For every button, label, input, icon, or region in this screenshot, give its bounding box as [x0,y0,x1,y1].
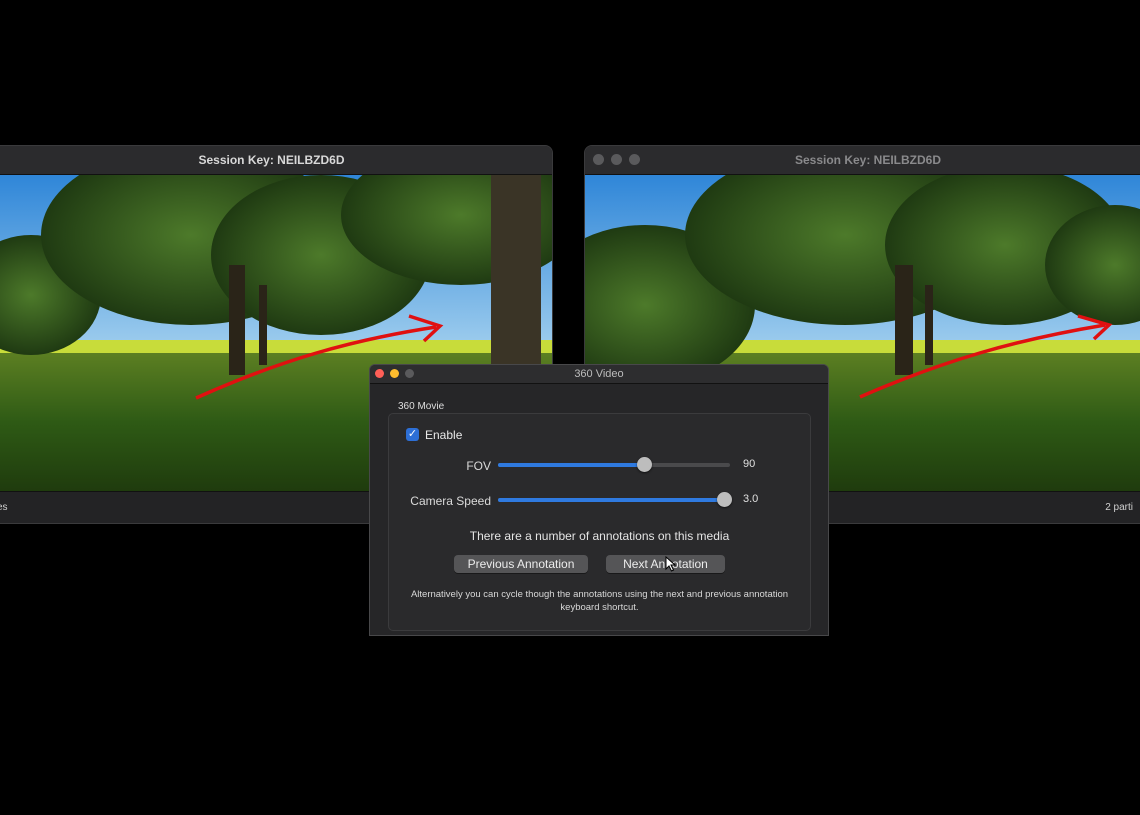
annotation-info-text: There are a number of annotations on thi… [469,529,730,543]
fov-value: 90 [743,458,756,470]
minimize-icon[interactable] [390,369,399,378]
right-window-title: Session Key: NEILBZD6D [585,146,1140,175]
fov-slider-fill [498,463,645,467]
checkmark-icon: ✓ [407,428,418,440]
camera-speed-slider-fill [498,498,724,502]
enable-checkbox[interactable]: ✓ [406,428,419,441]
dialog-window-controls [375,369,414,378]
close-icon[interactable] [375,369,384,378]
close-icon[interactable] [593,154,604,165]
camera-speed-value: 3.0 [743,493,759,505]
dialog-title: 360 Video [370,365,828,384]
360-movie-settings-group: ✓ Enable FOV 90 Camera Speed 3.0 There a… [388,413,811,631]
camera-speed-label: Camera Speed [410,494,491,508]
fov-slider-knob[interactable] [637,457,653,472]
360-video-dialog: 360 Video 360 Movie ✓ Enable FOV 90 Came… [369,364,829,636]
camera-speed-slider-knob[interactable] [717,492,732,507]
right-window-controls [593,154,640,165]
mouse-pointer-icon [665,556,677,572]
fov-slider[interactable] [498,457,730,472]
left-window-title: Session Key: NEILBZD6D [0,146,552,175]
zoom-icon[interactable] [405,369,414,378]
fov-label: FOV [466,459,491,473]
zoom-icon[interactable] [629,154,640,165]
camera-speed-slider[interactable] [498,492,732,507]
right-status-text: 2 parti [1105,502,1133,513]
group-label-360-movie: 360 Movie [398,401,445,412]
keyboard-shortcut-note: Alternatively you can cycle though the a… [410,589,789,613]
previous-annotation-button[interactable]: Previous Annotation [454,555,588,573]
left-status-text: es [0,502,8,513]
minimize-icon[interactable] [611,154,622,165]
enable-label: Enable [425,428,463,442]
